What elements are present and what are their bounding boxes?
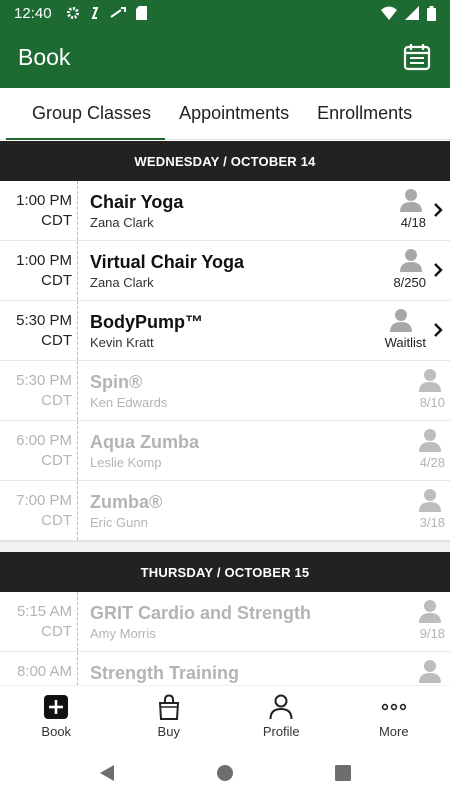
capacity-count: 4/18	[400, 215, 426, 230]
capacity-count: 8/250	[393, 275, 426, 290]
time-value: 1:00 PM	[16, 192, 72, 209]
person-icon	[400, 189, 422, 212]
plus-square-icon	[44, 695, 69, 719]
nav-label: Buy	[157, 724, 180, 739]
time-value: 5:30 PM	[16, 312, 72, 329]
capacity-count: 8/10	[419, 395, 445, 410]
chevron-right-icon	[434, 203, 443, 217]
app-bar: Book	[0, 26, 450, 88]
class-row: 7:00 PM CDT Zumba® Eric Gunn 3/18	[0, 481, 450, 541]
class-time: 6:00 PM CDT	[0, 421, 78, 480]
link-icon	[91, 7, 99, 19]
nav-book[interactable]: Book	[0, 686, 113, 745]
settings-gear-icon	[66, 7, 79, 19]
nav-label: More	[378, 724, 409, 739]
chevron-right-icon	[434, 323, 443, 337]
time-zone: CDT	[41, 623, 72, 640]
time-zone: CDT	[41, 332, 72, 349]
more-dots-icon	[381, 703, 406, 711]
time-zone: CDT	[41, 212, 72, 229]
class-time: 5:30 PM CDT	[0, 361, 78, 420]
calendar-icon	[403, 44, 431, 71]
day-header: WEDNESDAY / OCTOBER 14	[0, 141, 450, 181]
time-zone: CDT	[41, 512, 72, 529]
class-row[interactable]: 1:00 PM CDT Virtual Chair Yoga Zana Clark …	[0, 241, 450, 301]
time-zone: CDT	[41, 452, 72, 469]
class-row: 5:30 PM CDT Spin® Ken Edwards 8/10	[0, 361, 450, 421]
person-icon	[400, 249, 422, 272]
person-icon	[419, 489, 441, 512]
nav-more[interactable]: More	[338, 686, 450, 745]
tab-bar: Group Classes Appointments Enrollments	[0, 88, 450, 140]
time-zone: CDT	[41, 272, 72, 289]
time-value: 7:00 PM	[16, 492, 72, 509]
day-header: THURSDAY / OCTOBER 15	[0, 552, 450, 592]
shopping-bag-icon	[158, 694, 179, 720]
back-triangle-icon[interactable]	[98, 764, 116, 782]
day-separator	[0, 541, 450, 552]
recents-square-icon[interactable]	[334, 764, 352, 782]
capacity-count: Waitlist	[384, 335, 426, 350]
tab-group-classes[interactable]: Group Classes	[0, 88, 166, 140]
class-time: 1:00 PM CDT	[0, 241, 78, 300]
person-icon	[419, 660, 441, 683]
status-bar: 12:40	[0, 0, 450, 26]
class-time: 1:00 PM CDT	[0, 181, 78, 240]
class-row: 8:00 AM Strength Training	[0, 652, 450, 685]
calendar-button[interactable]	[402, 42, 432, 72]
nav-label: Profile	[262, 724, 300, 739]
class-row[interactable]: 5:30 PM CDT BodyPump™ Kevin Kratt Waitlist	[0, 301, 450, 361]
sd-card-icon	[135, 6, 147, 20]
tab-appointments[interactable]: Appointments	[165, 88, 303, 140]
time-value: 5:30 PM	[16, 372, 72, 389]
status-time: 12:40	[14, 4, 52, 22]
nav-label: Book	[41, 724, 72, 739]
time-value: 6:00 PM	[16, 432, 72, 449]
capacity-count: 9/18	[419, 626, 445, 641]
home-circle-icon[interactable]	[216, 764, 234, 782]
page-title: Book	[18, 43, 71, 70]
tab-enrollments[interactable]: Enrollments	[303, 88, 426, 140]
class-schedule-list[interactable]: WEDNESDAY / OCTOBER 14 1:00 PM CDT Chair …	[0, 141, 450, 685]
person-icon	[419, 369, 441, 392]
wifi-icon	[381, 6, 397, 20]
class-time: 5:30 PM CDT	[0, 301, 78, 360]
wrench-icon	[109, 7, 126, 18]
time-value: 1:00 PM	[16, 252, 72, 269]
time-value: 8:00 AM	[16, 663, 72, 680]
class-time: 7:00 PM CDT	[0, 481, 78, 540]
signal-icon	[405, 6, 419, 20]
person-outline-icon	[269, 694, 293, 720]
person-icon	[419, 600, 441, 623]
person-icon	[390, 309, 412, 332]
capacity-count: 3/18	[419, 515, 445, 530]
class-time: 8:00 AM	[0, 652, 78, 685]
nav-profile[interactable]: Profile	[225, 686, 338, 745]
time-zone: CDT	[41, 392, 72, 409]
class-row[interactable]: 1:00 PM CDT Chair Yoga Zana Clark 4/18	[0, 181, 450, 241]
bottom-navigation: Book Buy Profile More	[0, 685, 450, 745]
class-row: 5:15 AM CDT GRIT Cardio and Strength Amy M…	[0, 592, 450, 652]
system-navigation-bar	[0, 745, 450, 800]
chevron-right-icon	[434, 263, 443, 277]
person-icon	[419, 429, 441, 452]
nav-buy[interactable]: Buy	[113, 686, 226, 745]
capacity-count: 4/28	[419, 455, 445, 470]
class-time: 5:15 AM CDT	[0, 592, 78, 651]
class-row: 6:00 PM CDT Aqua Zumba Leslie Komp 4/28	[0, 421, 450, 481]
battery-icon	[427, 5, 436, 21]
time-value: 5:15 AM	[16, 603, 72, 620]
